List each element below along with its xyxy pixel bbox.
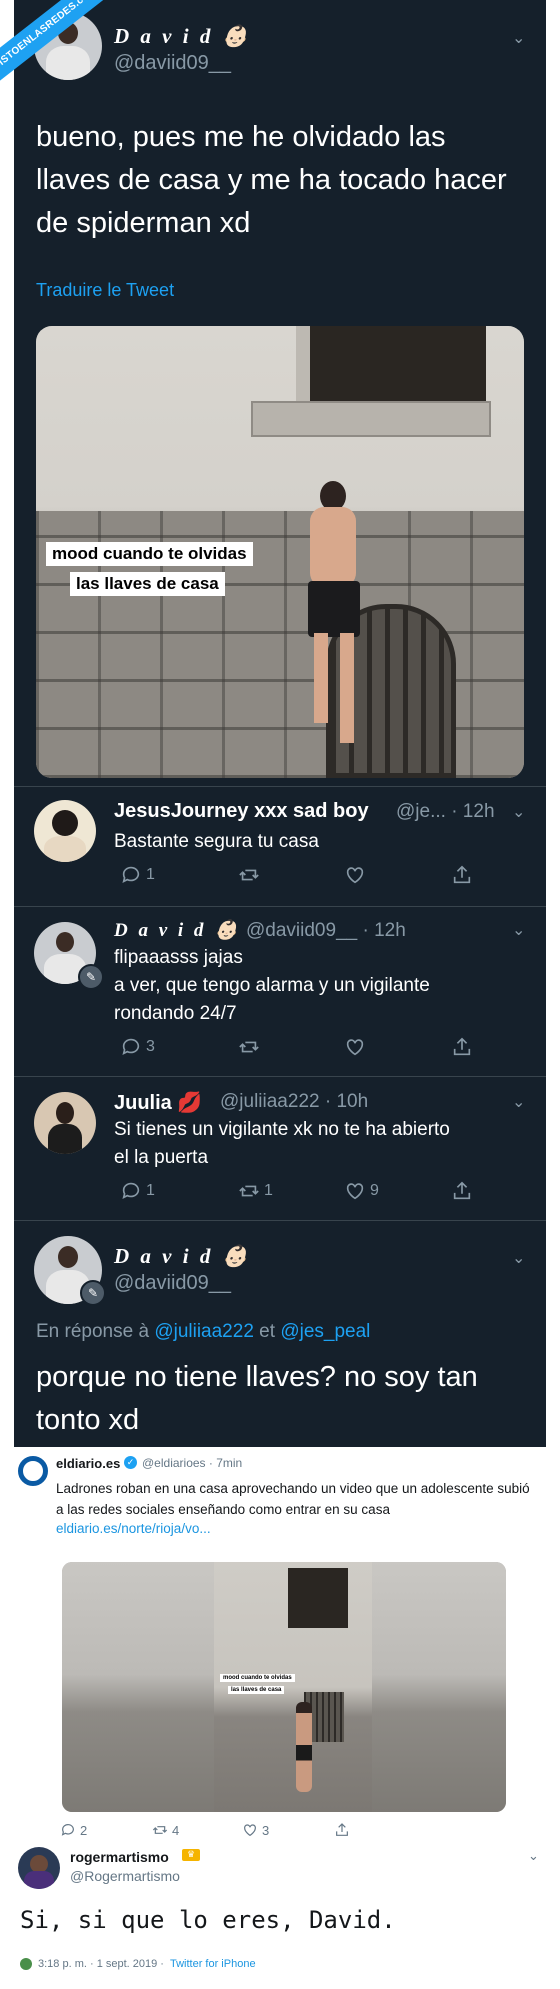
- reply-icon: [122, 1038, 140, 1055]
- eldiario-text: Ladrones roban en una casa aprovechando …: [56, 1481, 530, 1517]
- eldiario-logo[interactable]: [18, 1456, 48, 1486]
- share-icon: [453, 1181, 471, 1200]
- chevron-down-icon[interactable]: ⌄: [528, 1848, 539, 1864]
- verified-icon: ✓: [124, 1456, 137, 1469]
- crown-icon: ♛: [182, 1849, 200, 1861]
- tweet-media[interactable]: mood cuando te olvidas las llaves de cas…: [36, 326, 524, 778]
- globe-icon: [20, 1958, 32, 1970]
- tweet-text: Si, si que lo eres, David.: [20, 1906, 396, 1934]
- avatar[interactable]: [18, 1847, 60, 1889]
- retweet-button[interactable]: [238, 1036, 260, 1058]
- media-caption-line2: las llaves de casa: [228, 1686, 285, 1694]
- translate-link[interactable]: Traduire le Tweet: [36, 280, 174, 301]
- dark-tweet-thread: D a v i d 👶🏻 @daviid09__ ⌄ bueno, pues m…: [0, 0, 546, 1447]
- reply-text: Si tienes un vigilante xk no te ha abier…: [114, 1119, 450, 1168]
- media-caption-line1: mood cuando te olvidas: [220, 1674, 295, 1682]
- share-icon: [453, 865, 471, 884]
- tweet-footer: 3:18 p. m. · 1 sept. 2019 · Twitter for …: [20, 1958, 256, 1970]
- share-button[interactable]: [334, 1822, 350, 1838]
- reply-button[interactable]: 1: [120, 1180, 155, 1202]
- tweet-text: porque no tiene llaves? no soy tan tonto…: [36, 1361, 478, 1436]
- reply-button[interactable]: 1: [120, 864, 155, 886]
- heart-icon: [346, 1183, 364, 1200]
- in-reply-to: En réponse à @juliiaa222 et @jes_peal: [36, 1321, 371, 1342]
- like-button[interactable]: [344, 1036, 366, 1058]
- climbing-person: [290, 481, 370, 751]
- mention-link[interactable]: @jes_peal: [280, 1321, 370, 1342]
- avatar[interactable]: [34, 800, 96, 862]
- edit-badge-icon: ✎: [78, 964, 104, 990]
- climbing-person: [296, 1702, 312, 1792]
- share-button[interactable]: [451, 1180, 473, 1202]
- chevron-down-icon[interactable]: ⌄: [512, 920, 525, 940]
- retweet-button[interactable]: 1: [238, 1180, 273, 1202]
- mention-link[interactable]: @juliiaa222: [154, 1321, 254, 1342]
- reply-icon: [122, 866, 140, 883]
- author-name[interactable]: rogermartismo: [70, 1849, 169, 1865]
- reply-author-name[interactable]: Juulia 💋: [114, 1090, 202, 1115]
- share-button[interactable]: [451, 1036, 473, 1058]
- author-handle[interactable]: @Rogermartismo: [70, 1868, 180, 1884]
- reply-icon: [122, 1182, 140, 1199]
- reply-author-handle[interactable]: @juliiaa222 · 10h: [220, 1091, 368, 1113]
- edit-badge-icon: ✎: [80, 1280, 106, 1306]
- chevron-down-icon[interactable]: ⌄: [512, 802, 525, 822]
- retweet-icon: [239, 1041, 259, 1053]
- media-caption-line1: mood cuando te olvidas: [46, 542, 253, 566]
- reply-text: Bastante segura tu casa: [114, 831, 319, 852]
- media-caption-line2: las llaves de casa: [70, 572, 225, 596]
- chevron-down-icon[interactable]: ⌄: [512, 1248, 525, 1268]
- retweet-button[interactable]: 4: [152, 1822, 179, 1838]
- reply-button[interactable]: 3: [120, 1036, 155, 1058]
- like-button[interactable]: 3: [242, 1822, 269, 1838]
- heart-icon: [346, 867, 364, 884]
- reply-author-name[interactable]: JesusJourney xxx sad boy: [114, 800, 369, 823]
- author-name[interactable]: D a v i d 👶🏻: [114, 24, 251, 49]
- chevron-down-icon[interactable]: ⌄: [512, 1092, 525, 1112]
- retweet-icon: [152, 1826, 168, 1834]
- share-icon: [336, 1823, 348, 1836]
- reply-button[interactable]: 2: [60, 1822, 87, 1838]
- eldiario-handle[interactable]: @eldiarioes · 7min: [142, 1456, 242, 1470]
- tweet-time[interactable]: 3:18 p. m. · 1 sept. 2019 ·: [38, 1958, 164, 1970]
- reply-author-name[interactable]: D a v i d 👶🏻: [114, 918, 241, 942]
- retweet-icon: [239, 869, 259, 881]
- author-name[interactable]: D a v i d 👶🏻: [114, 1244, 251, 1269]
- like-button[interactable]: [344, 864, 366, 886]
- watermark-logo: VISTOENLASREDES.com: [0, 0, 120, 84]
- window-image: [296, 326, 486, 406]
- author-handle[interactable]: @daviid09__: [114, 1272, 231, 1295]
- retweet-icon: [239, 1185, 259, 1197]
- eldiario-link[interactable]: eldiario.es/norte/rioja/vo...: [56, 1521, 211, 1536]
- eldiario-name[interactable]: eldiario.es: [56, 1456, 120, 1471]
- tweet-source[interactable]: Twitter for iPhone: [170, 1958, 256, 1970]
- reply-author-handle[interactable]: @daviid09__ · 12h: [246, 920, 406, 942]
- share-button[interactable]: [451, 864, 473, 886]
- author-handle[interactable]: @daviid09__: [114, 52, 231, 75]
- heart-icon: [244, 1824, 256, 1837]
- chevron-down-icon[interactable]: ⌄: [512, 28, 525, 48]
- reply-text: flipaaasss jajas a ver, que tengo alarma…: [114, 947, 430, 1024]
- reply-icon: [61, 1824, 74, 1836]
- retweet-button[interactable]: [238, 864, 260, 886]
- tweet-text: bueno, pues me he olvidado las llaves de…: [36, 121, 507, 239]
- eldiario-media[interactable]: mood cuando te olvidas las llaves de cas…: [62, 1562, 506, 1812]
- avatar[interactable]: [34, 1092, 96, 1154]
- like-button[interactable]: 9: [344, 1180, 379, 1202]
- share-icon: [453, 1037, 471, 1056]
- reply-author-handle[interactable]: @je... · 12h: [396, 801, 495, 823]
- heart-icon: [346, 1039, 364, 1056]
